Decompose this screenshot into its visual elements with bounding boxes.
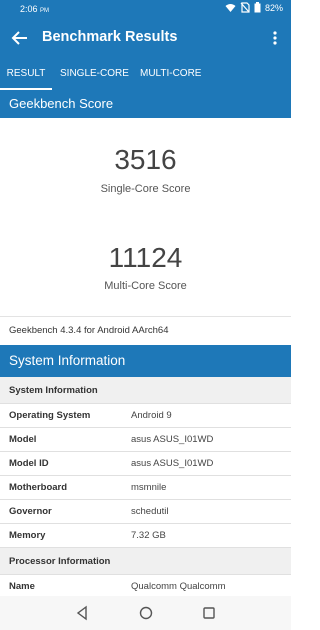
info-row: Motherboard msmnile	[0, 476, 291, 500]
info-key: Model	[9, 434, 37, 445]
info-row: Memory 7.32 GB	[0, 524, 291, 548]
status-time-value: 2:06	[20, 4, 38, 14]
info-group-header: Processor Information	[0, 548, 291, 575]
info-row: Model asus ASUS_I01WD	[0, 428, 291, 452]
status-icons: 82%	[225, 2, 283, 13]
multi-core-score-value: 11124	[108, 242, 183, 273]
status-ampm: PM	[40, 8, 50, 14]
score-area: 3516 Single-Core Score 11124 Multi-Core …	[0, 118, 291, 316]
geekbench-score-header: Geekbench Score	[0, 90, 291, 118]
info-group-label: System Information	[9, 385, 98, 396]
tab-bar: RESULT SINGLE-CORE MULTI-CORE	[0, 58, 291, 90]
info-value: 7.32 GB	[131, 530, 166, 541]
tab-result[interactable]: RESULT	[0, 58, 52, 90]
wifi-icon	[225, 3, 236, 12]
nav-home-icon[interactable]	[137, 604, 155, 622]
info-value: Android 9	[131, 410, 172, 421]
system-info-table: System Information Operating System Androi…	[0, 377, 291, 599]
back-arrow-icon[interactable]	[10, 28, 30, 48]
app-bar: Benchmark Results	[0, 18, 291, 58]
info-row: Model ID asus ASUS_I01WD	[0, 452, 291, 476]
info-row: Governor schedutil	[0, 500, 291, 524]
info-key: Governor	[9, 506, 52, 517]
info-row: Operating System Android 9	[0, 404, 291, 428]
tab-multi-core[interactable]: MULTI-CORE	[140, 58, 201, 90]
battery-icon	[254, 2, 261, 13]
info-group-header: System Information	[0, 377, 291, 404]
page-title: Benchmark Results	[42, 29, 178, 45]
info-key: Name	[9, 581, 35, 592]
navigation-bar	[0, 596, 291, 630]
info-value: asus ASUS_I01WD	[131, 458, 214, 469]
nav-back-icon[interactable]	[73, 604, 91, 622]
info-value: msmnile	[131, 482, 167, 493]
info-value: asus ASUS_I01WD	[131, 434, 214, 445]
info-key: Operating System	[9, 410, 91, 421]
info-key: Motherboard	[9, 482, 68, 493]
battery-percent: 82%	[264, 2, 283, 13]
info-value: schedutil	[131, 506, 169, 517]
single-core-score-value: 3516	[114, 144, 177, 175]
more-vert-icon[interactable]	[267, 28, 283, 48]
nav-recents-icon[interactable]	[200, 604, 218, 622]
info-key: Model ID	[9, 458, 49, 469]
multi-core-score-label: Multi-Core Score	[104, 280, 187, 292]
status-time: 2:06 PM	[20, 4, 49, 14]
app-screen: 2:06 PM 82% Benchmark Results RESULT SIN…	[0, 0, 291, 630]
info-value: Qualcomm Qualcomm	[131, 581, 226, 592]
system-information-header: System Information	[0, 345, 291, 377]
status-bar: 2:06 PM 82%	[0, 0, 291, 18]
geekbench-version-row: Geekbench 4.3.4 for Android AArch64	[0, 317, 291, 345]
info-group-label: Processor Information	[9, 556, 111, 567]
geekbench-version: Geekbench 4.3.4 for Android AArch64	[9, 325, 169, 336]
info-key: Memory	[9, 530, 46, 541]
tab-single-core[interactable]: SINGLE-CORE	[60, 58, 129, 90]
no-sim-icon	[240, 2, 250, 13]
single-core-score-label: Single-Core Score	[100, 183, 191, 195]
